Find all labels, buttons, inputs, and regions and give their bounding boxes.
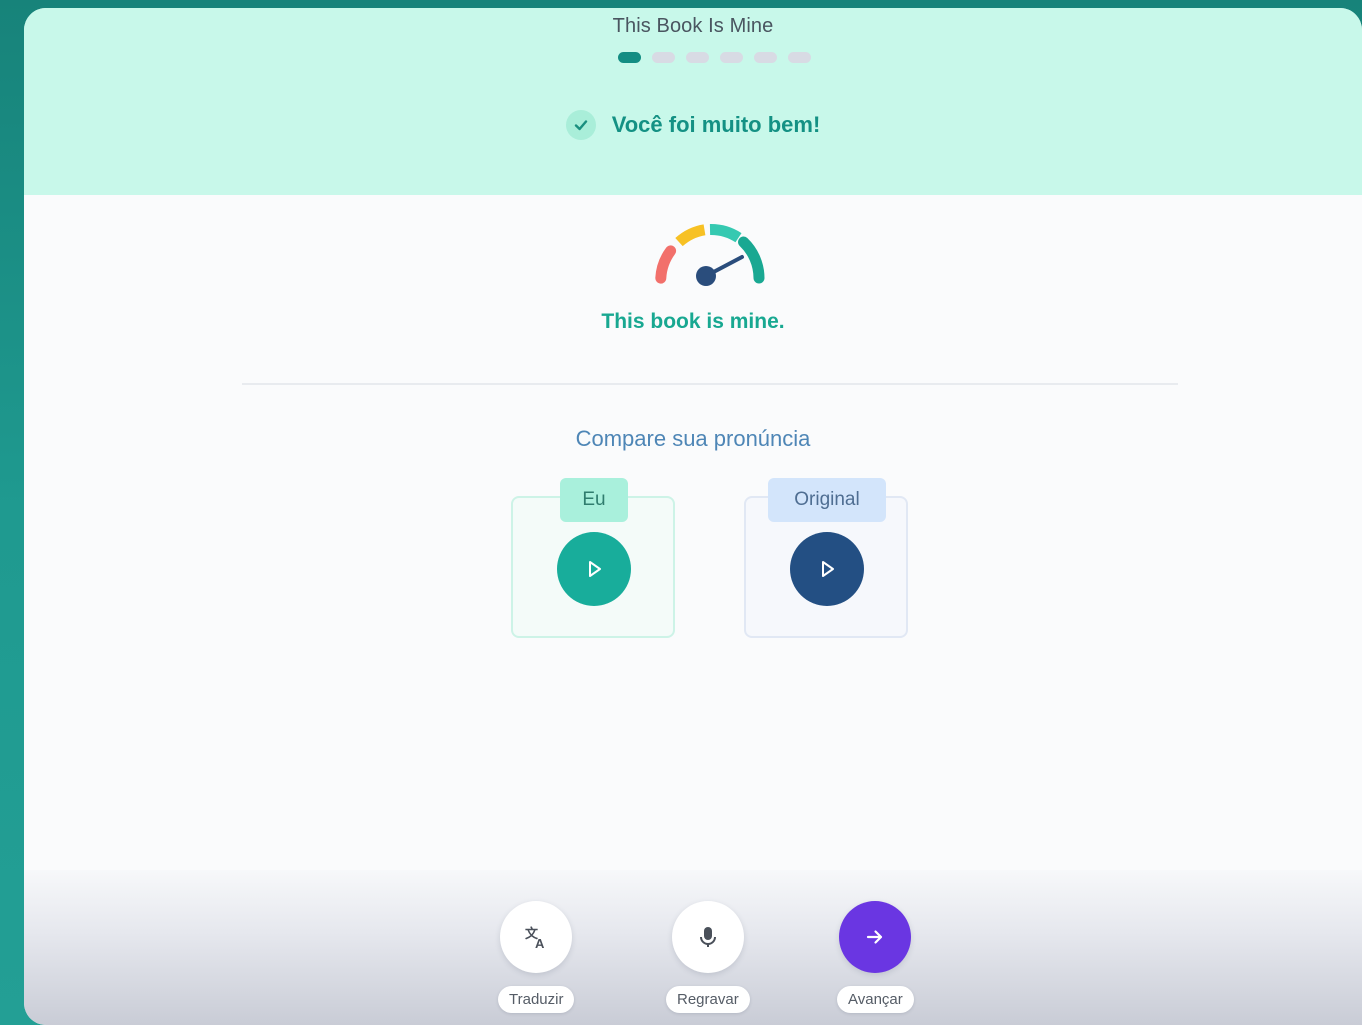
feedback-header: This Book Is Mine Você foi muito bem!	[24, 8, 1362, 195]
my-recording-tag: Eu	[560, 478, 628, 522]
rerecord-action: Regravar	[666, 901, 750, 1013]
original-audio-tag: Original	[768, 478, 886, 522]
progress-step-6	[788, 52, 811, 63]
progress-step-4	[720, 52, 743, 63]
translate-action: 文 A Traduzir	[498, 901, 575, 1013]
svg-text:A: A	[535, 936, 545, 951]
divider	[242, 383, 1178, 385]
feedback-text: Você foi muito bem!	[611, 112, 821, 137]
play-original-button[interactable]	[790, 532, 864, 606]
play-icon	[822, 561, 834, 577]
lesson-title: This Book Is Mine	[612, 15, 774, 37]
progress-step-3	[686, 52, 709, 63]
check-icon	[565, 110, 596, 140]
next-label: Avançar	[837, 986, 914, 1013]
progress-step-5	[754, 52, 777, 63]
play-icon	[589, 561, 601, 577]
rerecord-button[interactable]	[671, 901, 744, 973]
lesson-card: This Book Is Mine Você foi muito bem! Th…	[24, 8, 1362, 1025]
translate-button[interactable]: 文 A	[500, 901, 573, 973]
progress-indicator	[618, 52, 811, 63]
rerecord-label: Regravar	[666, 986, 750, 1013]
translate-label: Traduzir	[498, 986, 575, 1013]
next-button[interactable]	[839, 901, 912, 973]
compare-title: Compare sua pronúncia	[575, 426, 811, 451]
next-action: Avançar	[837, 901, 914, 1013]
recorded-sentence: This book is mine.	[601, 310, 785, 333]
translate-icon: 文 A	[525, 926, 545, 951]
microphone-icon	[699, 927, 716, 947]
play-my-recording-button[interactable]	[557, 532, 631, 606]
feedback-message: Você foi muito bem!	[24, 110, 1362, 140]
progress-step-2	[652, 52, 675, 63]
speedometer-icon	[652, 220, 768, 297]
progress-step-1	[618, 52, 641, 63]
arrow-right-icon	[867, 930, 883, 944]
